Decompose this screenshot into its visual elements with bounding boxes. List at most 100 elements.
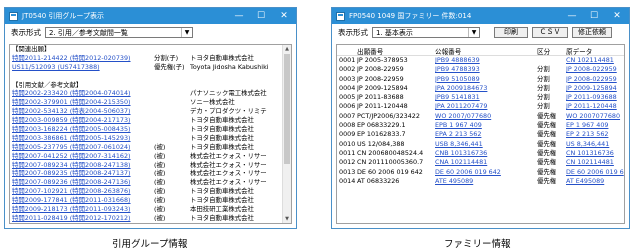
citation-link[interactable]: 特開2002-233420 (特開2004-074014) (12, 89, 162, 98)
publication-link[interactable]: EPA 2 213 562 (435, 130, 535, 139)
publication-link[interactable]: JPB9 5105089 (435, 75, 535, 84)
publication-link[interactable]: ATE 495089 (435, 177, 535, 186)
source-data-link[interactable]: EP 1 967 409 (566, 121, 624, 130)
category: 優先権 (537, 139, 557, 148)
source-data-link[interactable]: WO 2007077680 (566, 112, 624, 121)
maximize-icon[interactable]: ☐ (250, 8, 272, 24)
citation-link[interactable]: 特開2003-168224 (特開2005-008435) (12, 125, 162, 134)
table-row[interactable]: 0001 JP 2005-378953 JPB9 4888639 CN 1021144… (337, 56, 624, 65)
list-item[interactable]: 特開2002-534132 (特表2004-506037) デカ・プロダクツ・リミ… (10, 107, 291, 116)
source-data-link[interactable]: JP 2008-022959 (566, 65, 624, 74)
list-item[interactable]: 特開2003-386861 (特開2005-145293) トヨタ自動車株式会社 (10, 134, 291, 143)
publication-link[interactable]: WO 2007/077680 (435, 112, 535, 121)
print-button[interactable]: 印刷 (494, 27, 528, 38)
source-data-link[interactable]: JP 2009-125894 (566, 84, 624, 93)
table-row[interactable]: 0014 AT 06833226 ATE 495089 優先権 AT E495089 (337, 177, 624, 186)
close-icon[interactable]: ✕ (272, 8, 296, 24)
citation-link[interactable]: 特開2011-214422 (特開2012-020739) (12, 54, 162, 63)
correction-request-button[interactable]: 修正依頼 (572, 27, 612, 38)
source-data-link[interactable]: JP 2011-120448 (566, 102, 624, 111)
source-data-link[interactable]: DE 60 2006 019 6 (566, 168, 624, 177)
citation-link[interactable]: US11/512093 (US7417388) (12, 63, 162, 72)
list-item[interactable]: 特開2003-168224 (特開2005-008435) トヨタ自動車株式会社 (10, 125, 291, 134)
applicant-name: デカ・プロダクツ・リミテ (190, 107, 267, 116)
list-item[interactable]: 特開2007-089234 (特開2008-247138) (被) 株式会社エクォス… (10, 161, 291, 170)
table-row[interactable]: 0007 PCT/JP2006/323422 WO 2007/077680 優先権 WO… (337, 112, 624, 121)
publication-link[interactable]: USB 8,346,441 (435, 140, 535, 149)
source-data-link[interactable]: EP 2 213 562 (566, 130, 624, 139)
application-number: JP 2008-22959 (357, 74, 404, 83)
table-row[interactable]: 0002 JP 2008-22959 JPB9 4788393 分割 JP 2008-0… (337, 65, 624, 74)
source-data-link[interactable]: JP 2008-022959 (566, 75, 624, 84)
table-row[interactable]: 0011 CN 200680048524.4 CNB 101316736 優先権 CN … (337, 149, 624, 158)
source-data-link[interactable]: CN 102114481 (566, 56, 624, 65)
citation-link[interactable]: 特開2003-009859 (特開2004-217173) (12, 116, 162, 125)
citation-link[interactable]: 特開2003-386861 (特開2005-145293) (12, 134, 162, 143)
publication-link[interactable]: JPA 2011207479 (435, 102, 535, 111)
table-row[interactable]: 0010 US 12/084,388 USB 8,346,441 優先権 US 8,34… (337, 140, 624, 149)
citation-link[interactable]: 特開2007-102921 (特開2008-263876) (12, 187, 162, 196)
list-item[interactable]: 特開2003-009859 (特開2004-217173) トヨタ自動車株式会社 (10, 116, 291, 125)
source-data-link[interactable]: US 8,346,441 (566, 140, 624, 149)
list-item[interactable]: US11/512093 (US7417388) 優先権(子) Toyota Jido… (10, 63, 291, 72)
publication-link[interactable]: CNA 102114481 (435, 158, 535, 167)
citation-link[interactable]: 特開2005-237795 (特開2007-061024) (12, 143, 162, 152)
close-icon[interactable]: ✕ (605, 8, 629, 24)
table-row[interactable]: 0004 JP 2009-125894 JPA 2009184673 分割 JP 200… (337, 84, 624, 93)
family-window: FP0540 1049 国ファミリー 件数:014 — ☐ ✕ 表示形式 1. … (331, 7, 630, 229)
source-data-link[interactable]: JP 2011-093688 (566, 93, 624, 102)
chevron-down-icon[interactable]: ▼ (181, 28, 192, 37)
display-format-select[interactable]: 1. 基本表示 ▼ (372, 27, 480, 38)
publication-link[interactable]: CNB 101316736 (435, 149, 535, 158)
citation-link[interactable]: 特開2007-089236 (特開2008-247136) (12, 178, 162, 187)
csv-button[interactable]: ＣＳＶ (532, 27, 568, 38)
table-row[interactable]: 0013 DE 60 2006 019 642 DE 60 2006 019 642… (337, 168, 624, 177)
list-item[interactable]: 特開2011-214422 (特開2012-020739) 分割(子) トヨタ自動車… (10, 54, 291, 63)
table-row[interactable]: 0006 JP 2011-120448 JPA 2011207479 分割 JP 201… (337, 102, 624, 111)
citation-link[interactable]: 特開2007-089235 (特開2008-247137) (12, 169, 162, 178)
category: 優先権 (537, 148, 557, 157)
citation-link[interactable]: 特開2011-028419 (特開2012-170212) (12, 214, 162, 223)
list-item[interactable]: 特開2009-218173 (特開2011-093243) (被) 本田技研工業株式… (10, 205, 291, 214)
table-row[interactable]: 0012 CN 201110005360.7 CNA 102114481 優先権 CN … (337, 158, 624, 167)
citation-link[interactable]: 特開2007-089234 (特開2008-247138) (12, 161, 162, 170)
source-data-link[interactable]: AT E495089 (566, 177, 624, 186)
list-item[interactable]: 特開2007-102921 (特開2008-263876) (被) トヨタ自動車株式… (10, 187, 291, 196)
header-publication-number: 公報番号 (435, 48, 462, 56)
minimize-icon[interactable]: — (228, 8, 250, 24)
list-item[interactable]: 特開2002-379901 (特開2004-215350) ソニー株式会社 (10, 98, 291, 107)
display-format-select[interactable]: 2. 引用／参考文献間一覧 ▼ (45, 27, 193, 38)
list-item: 【関連出願】 (10, 45, 291, 54)
publication-link[interactable]: JPB9 4888639 (435, 56, 535, 65)
applicant-name: ソニー株式会社 (190, 98, 235, 107)
table-row[interactable]: 0008 EP 06833229.1 EPB 1 967 409 優先権 EP 1 96… (337, 121, 624, 130)
publication-link[interactable]: JPA 2009184673 (435, 84, 535, 93)
publication-link[interactable]: DE 60 2006 019 642 (435, 168, 535, 177)
titlebar: FP0540 1049 国ファミリー 件数:014 — ☐ ✕ (332, 8, 629, 24)
citation-link[interactable]: 特開2009-218173 (特開2011-093243) (12, 205, 162, 214)
table-row[interactable]: 0003 JP 2008-22959 JPB9 5105089 分割 JP 2008-0… (337, 75, 624, 84)
maximize-icon[interactable]: ☐ (583, 8, 605, 24)
list-item[interactable]: 特開2007-089236 (特開2008-247136) (被) 株式会社エクォス… (10, 178, 291, 187)
chevron-down-icon[interactable]: ▼ (468, 28, 479, 37)
citation-link[interactable]: 特開2002-534132 (特表2004-506037) (12, 107, 162, 116)
citation-link[interactable]: 特開2002-379901 (特開2004-215350) (12, 98, 162, 107)
source-data-link[interactable]: CN 102114481 (566, 158, 624, 167)
publication-link[interactable]: JPB9 4788393 (435, 65, 535, 74)
publication-link[interactable]: EPB 1 967 409 (435, 121, 535, 130)
minimize-icon[interactable]: — (561, 8, 583, 24)
table-row[interactable]: 0005 JP 2011-83688 JPB9 5141831 分割 JP 2011-0… (337, 93, 624, 102)
publication-link[interactable]: JPB9 5141831 (435, 93, 535, 102)
list-item[interactable]: 特開2002-233420 (特開2004-074014) パナソニック電工株式会… (10, 89, 291, 98)
citation-link[interactable]: 特開2009-177841 (特開2011-031668) (12, 196, 162, 205)
list-item[interactable]: 特開2007-041252 (特開2007-314162) (被) 株式会社エクォス… (10, 152, 291, 161)
row-number: 0010 (339, 139, 356, 148)
list-item[interactable]: 特開2005-237795 (特開2007-061024) (被) トヨタ自動車株式… (10, 143, 291, 152)
list-item[interactable]: 特開2009-177841 (特開2011-031668) (被) トヨタ自動車株式… (10, 196, 291, 205)
source-data-link[interactable]: CN 101316736 (566, 149, 624, 158)
list-item: 【引用文献／参考文献】 (10, 81, 291, 90)
citation-link[interactable]: 特開2007-041252 (特開2007-314162) (12, 152, 162, 161)
table-row[interactable]: 0009 EP 10162833.7 EPA 2 213 562 優先権 EP 2 21… (337, 130, 624, 139)
list-item[interactable]: 特開2011-028419 (特開2012-170212) (被) トヨタ自動車株式… (10, 214, 291, 223)
list-item[interactable]: 特開2007-089235 (特開2008-247137) (被) 株式会社エクォス… (10, 169, 291, 178)
